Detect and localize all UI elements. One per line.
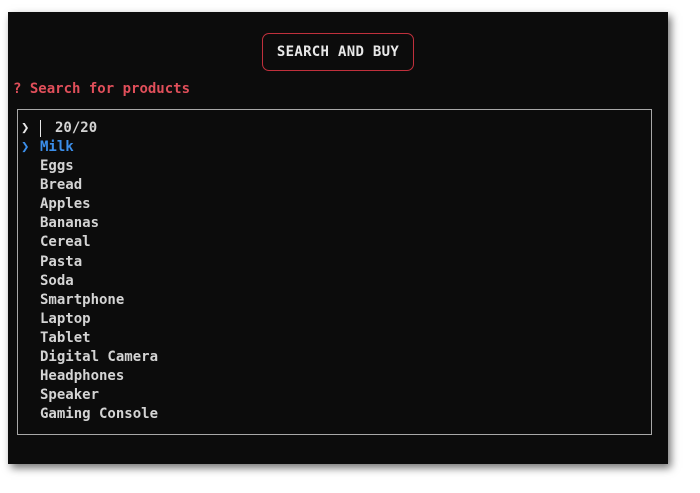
pointer-spacer <box>21 176 40 195</box>
list-item-label: Bread <box>40 177 83 194</box>
list-item[interactable]: Digital Camera <box>21 348 158 367</box>
pointer-spacer <box>21 214 40 233</box>
search-input[interactable]: ❯ 20/20 <box>21 118 97 138</box>
list-item[interactable]: Gaming Console <box>21 405 158 424</box>
pointer-spacer <box>21 253 40 272</box>
list-item[interactable]: Smartphone <box>21 291 158 310</box>
list-item-label: Bananas <box>40 215 100 232</box>
pointer-spacer <box>21 310 40 329</box>
prompt-chevron-icon: ❯ <box>21 120 30 136</box>
list-item[interactable]: ❯ Milk <box>21 138 158 157</box>
list-item-label: Apples <box>40 196 91 213</box>
pointer-spacer <box>21 329 40 348</box>
list-item[interactable]: Bread <box>21 176 158 195</box>
list-item[interactable]: Speaker <box>21 386 158 405</box>
list-item[interactable]: Pasta <box>21 253 158 272</box>
pointer-spacer <box>21 386 40 405</box>
match-count: 20/20 <box>55 120 98 136</box>
list-item-label: Digital Camera <box>40 349 159 366</box>
search-prompt-label: Search for products <box>29 81 191 97</box>
list-item-label: Headphones <box>40 368 125 385</box>
list-item[interactable]: Tablet <box>21 329 158 348</box>
pointer-spacer <box>21 157 40 176</box>
question-mark-icon: ? <box>13 81 22 97</box>
pointer-spacer <box>21 195 40 214</box>
list-item-label: Eggs <box>40 158 74 175</box>
search-prompt: ? Search for products <box>13 81 190 97</box>
title-banner: SEARCH AND BUY <box>262 33 414 71</box>
selection-chevron-icon: ❯ <box>21 139 30 155</box>
pointer-spacer <box>21 272 40 291</box>
pointer-spacer <box>21 233 40 252</box>
list-item-label: Speaker <box>40 387 100 404</box>
list-item[interactable]: Soda <box>21 272 158 291</box>
list-item-label: Soda <box>40 272 74 289</box>
list-item-label: Cereal <box>40 234 91 251</box>
terminal-window: SEARCH AND BUY ? Search for products ❯ 2… <box>8 12 668 464</box>
list-item[interactable]: Apples <box>21 195 158 214</box>
list-item-label: Tablet <box>40 329 91 346</box>
list-item-label: Smartphone <box>40 291 125 308</box>
pointer-spacer <box>21 367 40 386</box>
list-item-label: Gaming Console <box>40 406 159 423</box>
list-item-label: Laptop <box>40 310 91 327</box>
list-item[interactable]: Bananas <box>21 214 158 233</box>
pointer-spacer <box>21 291 40 310</box>
fuzzy-finder-panel: ❯ 20/20 ❯ Milk Eggs Bread Apples Bananas Cerea… <box>17 109 652 435</box>
list-item[interactable]: Cereal <box>21 233 158 252</box>
list-item[interactable]: Eggs <box>21 157 158 176</box>
product-list: ❯ Milk Eggs Bread Apples Bananas Cereal Pasta So… <box>21 138 158 424</box>
list-item[interactable]: Laptop <box>21 310 158 329</box>
list-item-label: Milk <box>40 139 74 155</box>
list-item-label: Pasta <box>40 253 83 270</box>
pointer-spacer <box>21 405 40 424</box>
pointer-spacer <box>21 348 40 367</box>
list-item[interactable]: Headphones <box>21 367 158 386</box>
text-cursor <box>40 119 41 137</box>
page-title: SEARCH AND BUY <box>276 44 400 60</box>
